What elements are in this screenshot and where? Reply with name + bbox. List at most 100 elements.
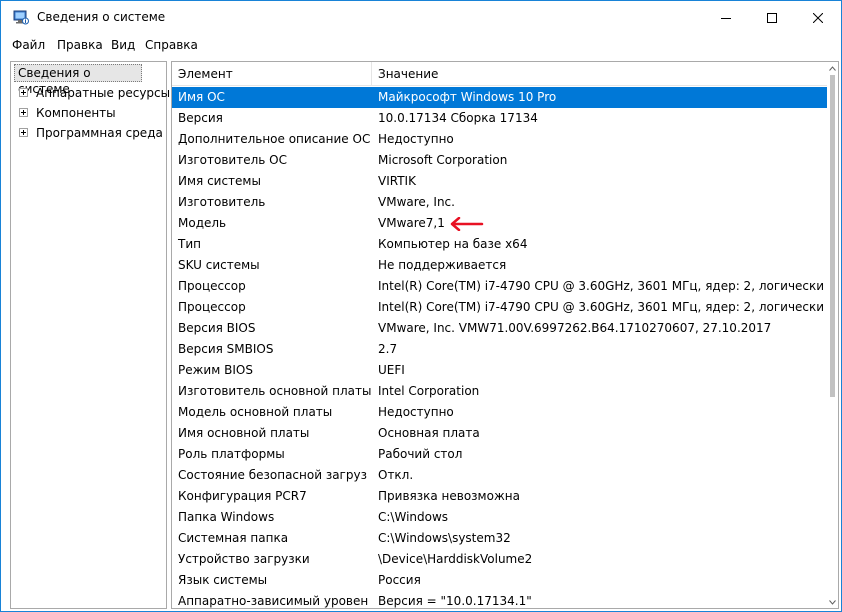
cell-item: Режим BIOS: [178, 363, 253, 377]
scroll-down-button[interactable]: [827, 596, 838, 608]
tree-item-label: Программная среда: [36, 126, 163, 140]
table-row[interactable]: Версия BIOS VMware, Inc. VMW71.00V.699726…: [172, 318, 827, 339]
table-row[interactable]: Имя системы VIRTIK: [172, 171, 827, 192]
cell-value: Intel(R) Core(TM) i7-4790 CPU @ 3.60GHz,…: [378, 300, 824, 314]
menu-file[interactable]: Файл: [12, 38, 45, 52]
table-row[interactable]: Модель основной платы Недоступно: [172, 402, 827, 423]
cell-item: Дополнительное описание ОС: [178, 132, 371, 146]
chevron-up-icon: [829, 65, 836, 71]
cell-value: Не поддерживается: [378, 258, 507, 272]
chevron-down-icon: [829, 599, 836, 605]
system-info-window: Сведения о системе Файл Правка Вид Справ…: [0, 0, 842, 612]
cell-item: Состояние безопасной загруз: [178, 468, 367, 482]
cell-value: UEFI: [378, 363, 405, 377]
table-row[interactable]: SKU системы Не поддерживается: [172, 255, 827, 276]
table-row[interactable]: Системная папка C:\Windows\system32: [172, 528, 827, 549]
table-row[interactable]: Изготовитель ОС Microsoft Corporation: [172, 150, 827, 171]
list-rows: Имя ОС Майкрософт Windows 10 Pro Версия 10…: [172, 87, 827, 608]
minimize-button[interactable]: [703, 1, 749, 34]
red-arrow-icon: [450, 217, 484, 231]
table-row[interactable]: Язык системы Россия: [172, 570, 827, 591]
maximize-icon: [767, 12, 777, 23]
details-list-viewport: Элемент Значение Имя ОС Майкрософт Window…: [172, 62, 827, 608]
table-row[interactable]: Имя ОС Майкрософт Windows 10 Pro: [172, 87, 827, 108]
table-row[interactable]: Тип Компьютер на базе x64: [172, 234, 827, 255]
vertical-scrollbar[interactable]: [827, 62, 838, 608]
cell-value: Россия: [378, 573, 421, 587]
table-row[interactable]: Версия SMBIOS 2.7: [172, 339, 827, 360]
table-row[interactable]: Версия 10.0.17134 Сборка 17134: [172, 108, 827, 129]
cell-item: Имя ОС: [178, 90, 225, 104]
minimize-icon: [721, 17, 731, 19]
cell-item: Язык системы: [178, 573, 268, 587]
cell-value: Intel(R) Core(TM) i7-4790 CPU @ 3.60GHz,…: [378, 279, 824, 293]
system-info-icon: [13, 10, 29, 25]
cell-value: VIRTIK: [378, 174, 416, 188]
cell-value: C:\Windows: [378, 510, 449, 524]
expand-plus-icon[interactable]: [19, 88, 28, 97]
table-row[interactable]: Папка Windows C:\Windows: [172, 507, 827, 528]
cell-value: 2.7: [378, 342, 398, 356]
close-button[interactable]: [795, 1, 841, 34]
column-header-item[interactable]: Элемент: [178, 67, 233, 81]
window-title: Сведения о системе: [37, 10, 166, 24]
menu-help[interactable]: Справка: [145, 38, 198, 52]
table-row[interactable]: Конфигурация PCR7 Привязка невозможна: [172, 486, 827, 507]
table-row[interactable]: Модель VMware7,1: [172, 213, 827, 234]
cell-value: Майкрософт Windows 10 Pro: [378, 90, 557, 104]
column-header-value[interactable]: Значение: [378, 67, 438, 81]
expand-plus-icon[interactable]: [19, 108, 28, 117]
cell-item: Имя системы: [178, 174, 261, 188]
cell-item: Изготовитель: [178, 195, 266, 209]
cell-item: Папка Windows: [178, 510, 275, 524]
table-row[interactable]: Процессор Intel(R) Core(TM) i7-4790 CPU @…: [172, 297, 827, 318]
cell-item: Модель: [178, 216, 227, 230]
tree-item-system-summary[interactable]: Сведения о системе: [14, 64, 142, 96]
cell-value: VMware7,1: [378, 216, 445, 230]
cell-item: Роль платформы: [178, 447, 285, 461]
list-header: Элемент Значение: [172, 62, 827, 86]
table-row[interactable]: Дополнительное описание ОС Недоступно: [172, 129, 827, 150]
table-row[interactable]: Роль платформы Рабочий стол: [172, 444, 827, 465]
close-icon: [813, 12, 823, 23]
menu-view[interactable]: Вид: [111, 38, 135, 52]
cell-value: C:\Windows\system32: [378, 531, 511, 545]
cell-item: Изготовитель основной платы: [178, 384, 372, 398]
maximize-button[interactable]: [749, 1, 795, 34]
details-list[interactable]: Элемент Значение Имя ОС Майкрософт Window…: [171, 61, 839, 609]
cell-value: Microsoft Corporation: [378, 153, 508, 167]
cell-value: Версия = "10.0.17134.1": [378, 594, 532, 608]
table-row[interactable]: Состояние безопасной загруз Откл.: [172, 465, 827, 486]
table-row[interactable]: Устройство загрузки \Device\HarddiskVolum…: [172, 549, 827, 570]
cell-item: Аппаратно-зависимый уровен: [178, 594, 369, 608]
category-tree[interactable]: Сведения о системе Аппаратные ресурсы Ко…: [10, 61, 170, 609]
cell-value: Рабочий стол: [378, 447, 463, 461]
cell-item: Системная папка: [178, 531, 289, 545]
cell-item: Имя основной платы: [178, 426, 310, 440]
menu-bar: Файл Правка Вид Справка: [1, 36, 841, 55]
cell-value: Откл.: [378, 468, 414, 482]
scroll-up-button[interactable]: [827, 62, 838, 74]
cell-item: Тип: [178, 237, 201, 251]
column-divider[interactable]: [371, 62, 372, 86]
cell-item: Версия: [178, 111, 223, 125]
table-row[interactable]: Процессор Intel(R) Core(TM) i7-4790 CPU @…: [172, 276, 827, 297]
expand-plus-icon[interactable]: [19, 128, 28, 137]
tree-item-label: Компоненты: [36, 106, 116, 120]
table-row[interactable]: Изготовитель VMware, Inc.: [172, 192, 827, 213]
table-row[interactable]: Имя основной платы Основная плата: [172, 423, 827, 444]
scroll-thumb[interactable]: [830, 75, 835, 397]
table-row[interactable]: Режим BIOS UEFI: [172, 360, 827, 381]
cell-item: Модель основной платы: [178, 405, 333, 419]
cell-item: Версия BIOS: [178, 321, 256, 335]
cell-value: Intel Corporation: [378, 384, 480, 398]
cell-value: Основная плата: [378, 426, 480, 440]
cell-item: SKU системы: [178, 258, 260, 272]
cell-value: \Device\HarddiskVolume2: [378, 552, 533, 566]
menu-edit[interactable]: Правка: [57, 38, 103, 52]
table-row[interactable]: Аппаратно-зависимый уровен Версия = "10.0…: [172, 591, 827, 608]
cell-value: Недоступно: [378, 405, 454, 419]
title-bar[interactable]: Сведения о системе: [1, 1, 841, 34]
table-row[interactable]: Изготовитель основной платы Intel Corpora…: [172, 381, 827, 402]
cell-value: VMware, Inc.: [378, 195, 455, 209]
